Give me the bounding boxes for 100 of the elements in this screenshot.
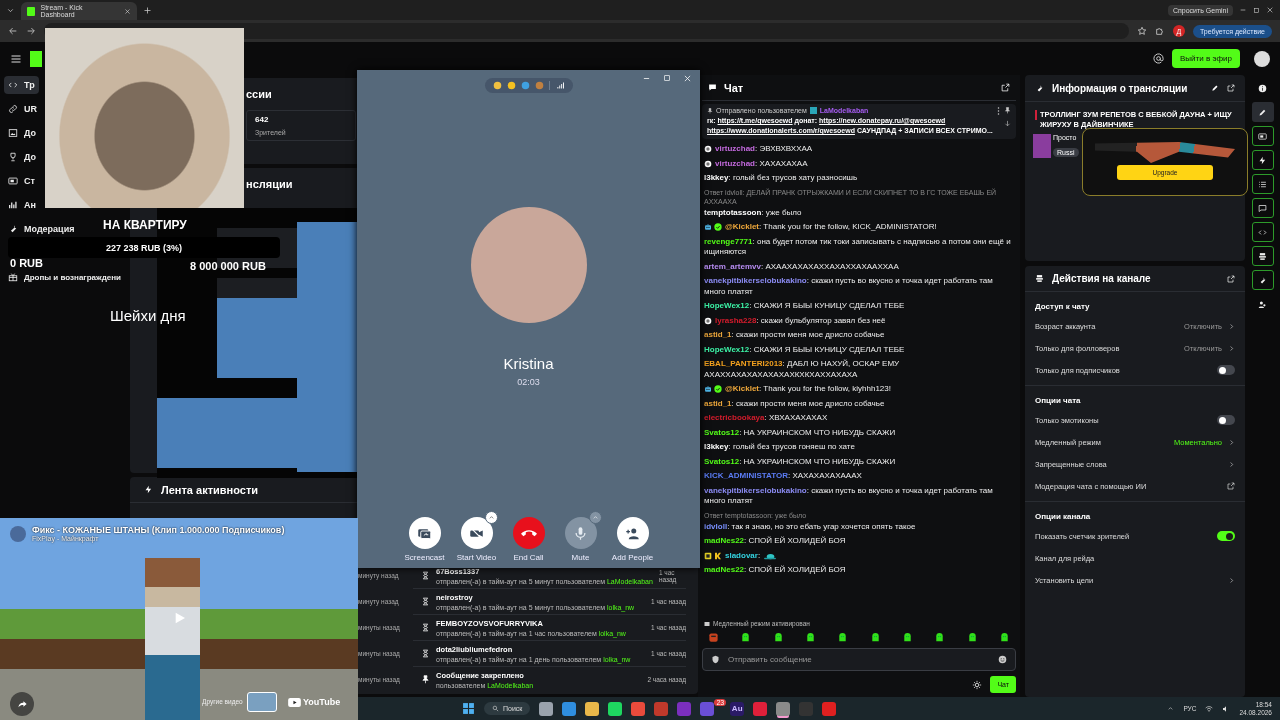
- rail-button[interactable]: [1251, 126, 1274, 146]
- rail-button[interactable]: [1251, 150, 1274, 170]
- new-tab-icon[interactable]: [143, 5, 152, 15]
- sidebar-item-label: Ан: [24, 200, 36, 210]
- list-icon: [1258, 179, 1267, 189]
- panel-title: Чат: [724, 81, 745, 94]
- video-thumbnail[interactable]: [247, 692, 277, 712]
- chat-message: HopeWex12: СКАЖИ Я БЫЫ КУНИЦУ СДЕЛАЛ ТЕБЕ: [704, 301, 906, 312]
- emote-icon[interactable]: [869, 632, 881, 643]
- avatar[interactable]: [1254, 50, 1270, 67]
- chevron-right-icon[interactable]: [1228, 344, 1235, 352]
- close-icon[interactable]: [124, 7, 131, 15]
- call-button-label: Add People: [611, 553, 654, 562]
- chevron-right-icon[interactable]: [1228, 438, 1235, 446]
- star-icon[interactable]: [1137, 26, 1147, 36]
- goal-title: НА КВАРТИРУ: [103, 218, 187, 232]
- end-button[interactable]: [512, 517, 545, 549]
- verified-icon: [714, 385, 722, 393]
- emote-icon[interactable]: [966, 632, 978, 643]
- sidebar-item[interactable]: Дропы и вознаграждени: [4, 270, 125, 284]
- back-icon[interactable]: [8, 26, 18, 36]
- toggle-switch[interactable]: [1217, 531, 1235, 541]
- kick-logo-icon[interactable]: [30, 50, 42, 67]
- popout-icon[interactable]: [1227, 84, 1235, 92]
- sidebar-item[interactable]: Тр: [4, 76, 39, 94]
- avatar-icon: [809, 107, 817, 114]
- emote-icon[interactable]: [998, 632, 1010, 643]
- mention-icon[interactable]: [1153, 53, 1165, 64]
- sidebar-item[interactable]: До: [4, 148, 41, 166]
- chat-message: artem_artemvv: АХААХАХАХАХХАХАХХАХААХХАА: [704, 261, 900, 272]
- chat-message: madNes22: СПОЙ ЕЙ ХОЛИДЕЙ БОЯ: [704, 536, 847, 547]
- panel-title: Информация о трансляции: [1052, 82, 1189, 94]
- panel-heading: Лента активности: [161, 483, 259, 496]
- shield-icon[interactable]: [711, 655, 720, 664]
- microphone-icon: [573, 525, 588, 541]
- taskbar-app-icon[interactable]: [631, 701, 646, 716]
- signal-icon[interactable]: [555, 80, 565, 90]
- subscriber-badge-icon: [704, 551, 712, 560]
- chat-input-bar[interactable]: Отправить сообщение: [702, 648, 1016, 671]
- chat-message: virtuzchad: ХАХАХАХАА: [715, 158, 809, 169]
- rail-button[interactable]: [1251, 102, 1274, 122]
- emote-icon[interactable]: [934, 632, 946, 643]
- chat-icon: [708, 83, 717, 92]
- nav-icon: [8, 152, 18, 162]
- emote-icon[interactable]: [805, 632, 816, 643]
- sidebar-item[interactable]: Ан: [4, 196, 40, 214]
- sidebar-item-label: Модерация: [24, 224, 75, 234]
- add-button[interactable]: [616, 517, 649, 549]
- options-caret-button[interactable]: [484, 511, 498, 524]
- sidebar-item[interactable]: UR: [4, 100, 41, 118]
- emote-icon[interactable]: [837, 632, 849, 643]
- emote-icon[interactable]: [901, 632, 913, 643]
- pin-icon[interactable]: [1004, 107, 1011, 114]
- arrow-down-icon[interactable]: [1004, 120, 1011, 127]
- menu-icon[interactable]: [10, 52, 22, 65]
- taskbar-app-icon[interactable]: [562, 701, 577, 716]
- caller-name: Kristina: [503, 355, 554, 372]
- chevron-right-icon[interactable]: [1228, 460, 1235, 468]
- video-button[interactable]: [460, 517, 493, 549]
- screencast-button[interactable]: [408, 517, 441, 549]
- chevron-right-icon[interactable]: [1228, 322, 1235, 330]
- taskbar-app-icon[interactable]: [776, 701, 791, 716]
- rail-button[interactable]: [1251, 198, 1274, 218]
- settings-icon[interactable]: [972, 679, 983, 690]
- emote-icon[interactable]: [740, 632, 752, 643]
- taskbar-app-icon[interactable]: [608, 701, 623, 716]
- taskbar-app-icon[interactable]: Au: [730, 701, 745, 716]
- sidebar-item[interactable]: Ст: [4, 172, 39, 190]
- hourglass-icon: [421, 623, 430, 632]
- chat-message: astid_1: скажи прости меня мое дрисло собачье: [704, 330, 886, 341]
- forward-icon[interactable]: [26, 26, 36, 36]
- sidebar-item[interactable]: До: [4, 124, 41, 142]
- badge-icon: [704, 316, 712, 325]
- wifi-icon[interactable]: [1205, 704, 1214, 713]
- close-icon[interactable]: [1266, 6, 1274, 14]
- taskbar-app-icon[interactable]: [585, 701, 600, 716]
- call-reactions-bar[interactable]: [484, 77, 573, 93]
- hourglass-icon: [421, 649, 430, 658]
- more-icon[interactable]: [997, 107, 1000, 115]
- emoji-icon[interactable]: [998, 655, 1007, 664]
- go-live-button[interactable]: Выйти в эфир: [1172, 49, 1240, 68]
- popout-icon[interactable]: [1227, 274, 1235, 283]
- sidebar-item[interactable]: Модерация: [4, 220, 79, 238]
- toggle-switch[interactable]: [1217, 365, 1235, 375]
- popout-icon[interactable]: [1001, 83, 1010, 92]
- chevron-up-icon[interactable]: [1167, 705, 1175, 712]
- windows-start-icon[interactable]: [462, 702, 475, 715]
- external-link-icon[interactable]: [1227, 482, 1235, 490]
- rail-button[interactable]: [1251, 246, 1274, 266]
- chevron-right-icon[interactable]: [1228, 576, 1235, 584]
- toggle-switch[interactable]: [1217, 415, 1235, 425]
- taskbar-app-icon[interactable]: [539, 701, 554, 716]
- emote-icon[interactable]: [772, 632, 784, 643]
- message-input-field[interactable]: Отправить сообщение: [728, 655, 990, 664]
- panel-heading: ссии: [246, 88, 272, 100]
- section-title: Доступ к чату: [1035, 301, 1091, 313]
- edit-icon[interactable]: [1211, 84, 1219, 92]
- share-button[interactable]: [10, 692, 34, 716]
- viewer-count: 642: [255, 115, 270, 124]
- maximize-icon[interactable]: [1253, 6, 1260, 14]
